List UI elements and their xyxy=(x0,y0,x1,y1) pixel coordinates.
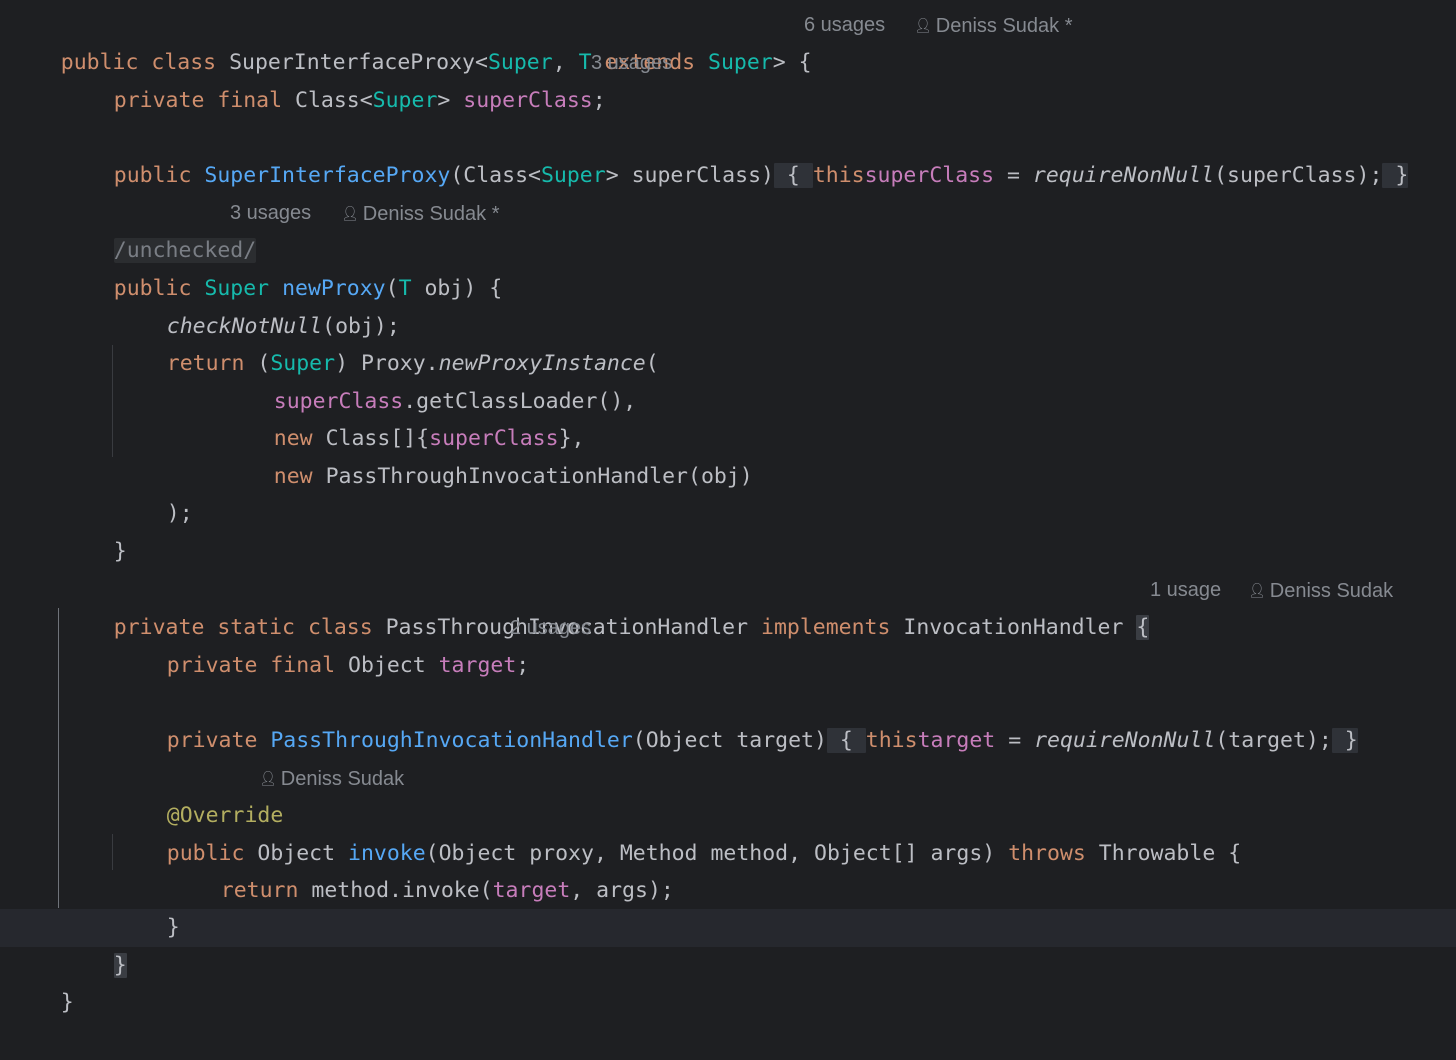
token: ; xyxy=(516,653,530,678)
code-line-10[interactable]: new PassThroughInvocationHandler(obj) xyxy=(222,420,753,489)
usages-hint[interactable]: 6 usages xyxy=(804,14,885,36)
token: T xyxy=(398,276,412,301)
matched-brace: { xyxy=(1136,615,1150,640)
token: InvocationHandler xyxy=(903,615,1137,640)
token: (superClass); xyxy=(1214,163,1383,188)
code-line-13[interactable]: private static class PassThroughInvocati… xyxy=(62,571,1150,640)
token: ( xyxy=(645,351,659,376)
inlay-hint-usages[interactable]: 6 usages xyxy=(804,6,885,44)
code-line-7[interactable]: return (Super) Proxy.newProxyInstance( xyxy=(115,307,659,376)
code-line-21[interactable]: } xyxy=(9,946,74,1015)
indent-guide xyxy=(112,834,113,870)
token: Object xyxy=(348,653,439,678)
code-line-3[interactable]: public SuperInterfaceProxy(Class<Super> … xyxy=(62,119,1409,188)
token: method.invoke( xyxy=(311,878,493,903)
inlay-hint-author[interactable]: 👤︎ Deniss Sudak xyxy=(259,759,404,797)
code-line-1[interactable]: public class SuperInterfaceProxy<Super, … xyxy=(9,6,812,75)
code-line-9[interactable]: new Class[]{superClass}, xyxy=(222,382,585,451)
token: this xyxy=(812,163,865,188)
person-icon: 👤︎ xyxy=(341,205,359,221)
token: this xyxy=(865,728,918,753)
token: } xyxy=(166,915,180,940)
token: target xyxy=(917,728,996,753)
token: (Object target) xyxy=(632,728,827,753)
token: new xyxy=(273,464,326,489)
inlay-hint-usages[interactable]: 3 usages xyxy=(591,44,672,82)
code-editor[interactable]: public class SuperInterfaceProxy<Super, … xyxy=(0,0,1456,1015)
token: (Class< xyxy=(450,163,541,188)
token: private final xyxy=(113,88,295,113)
inlay-hint-usages[interactable]: 1 usage xyxy=(1150,571,1221,609)
token: SuperInterfaceProxy xyxy=(204,163,451,188)
author-hint[interactable]: Deniss Sudak * xyxy=(363,203,500,225)
token: , args); xyxy=(570,878,674,903)
token: > superClass) xyxy=(605,163,774,188)
usages-hint[interactable]: 1 usage xyxy=(1150,579,1221,601)
folded-brace[interactable]: } xyxy=(1382,163,1409,188)
token: implements xyxy=(761,615,904,640)
folded-brace[interactable]: { xyxy=(826,728,866,753)
token: Super xyxy=(372,88,438,113)
matched-brace: } xyxy=(113,953,127,978)
token: Class< xyxy=(295,88,373,113)
inlay-hint-usages[interactable]: 2 usages xyxy=(510,609,591,647)
token: requireNonNull xyxy=(1032,163,1215,188)
token: ; xyxy=(592,88,606,113)
token: Super xyxy=(540,163,606,188)
indent-guide xyxy=(112,345,113,457)
token: target xyxy=(492,878,571,903)
code-line-18[interactable]: return method.invoke(target, args); xyxy=(169,834,674,903)
code-line-15[interactable]: private PassThroughInvocationHandler(Obj… xyxy=(115,684,1358,753)
folded-brace[interactable]: { xyxy=(773,163,813,188)
code-line-20[interactable]: } xyxy=(62,909,127,978)
token: = xyxy=(995,728,1035,753)
inlay-hint-author[interactable]: 👤︎ Deniss Sudak xyxy=(1248,571,1393,609)
token: requireNonNull xyxy=(1034,728,1216,753)
token: = xyxy=(994,163,1033,188)
author-hint[interactable]: Deniss Sudak * xyxy=(936,15,1073,37)
code-line-8[interactable]: superClass.getClassLoader(), xyxy=(222,345,636,414)
folded-brace[interactable]: } xyxy=(1331,728,1358,753)
code-line-6[interactable]: checkNotNull(obj); xyxy=(115,270,400,339)
token: public xyxy=(113,163,205,188)
code-line-19[interactable]: } xyxy=(115,871,180,940)
token: Super xyxy=(708,50,773,75)
code-line-17[interactable]: public Object invoke(Object proxy, Metho… xyxy=(115,797,1241,866)
inlay-hint-usages[interactable]: 3 usages xyxy=(230,194,311,232)
token: superClass xyxy=(864,163,995,188)
code-line-12[interactable]: } xyxy=(62,495,127,564)
token: } xyxy=(113,539,127,564)
author-hint[interactable]: Deniss Sudak xyxy=(1270,580,1393,602)
token: superClass xyxy=(463,88,593,113)
code-line-2[interactable]: private final Class<Super> superClass; xyxy=(62,44,606,113)
token: private final xyxy=(166,653,348,678)
inlay-hint-author[interactable]: 👤︎ Deniss Sudak * xyxy=(914,6,1073,44)
current-line-highlight xyxy=(0,909,1456,947)
indent-guide-active xyxy=(58,608,59,908)
token: Throwable { xyxy=(1098,841,1242,866)
token: PassThroughInvocationHandler(obj) xyxy=(325,464,753,489)
token: ); xyxy=(166,501,193,526)
usages-hint[interactable]: 2 usages xyxy=(510,617,591,639)
usages-hint[interactable]: 3 usages xyxy=(230,202,311,224)
person-icon: 👤︎ xyxy=(914,17,932,33)
token: private xyxy=(166,728,271,753)
author-hint[interactable]: Deniss Sudak xyxy=(281,768,404,790)
token: > xyxy=(437,88,464,113)
inlay-hint-author[interactable]: 👤︎ Deniss Sudak * xyxy=(341,194,500,232)
code-line-4[interactable]: /unchecked/ xyxy=(62,194,257,263)
token: obj) { xyxy=(411,276,503,301)
person-icon: 👤︎ xyxy=(1248,582,1266,598)
usages-hint[interactable]: 3 usages xyxy=(591,52,672,74)
token: return xyxy=(220,878,312,903)
token: throws xyxy=(1008,841,1099,866)
token: > { xyxy=(772,50,812,75)
token: (target); xyxy=(1215,728,1332,753)
token: target xyxy=(438,653,517,678)
code-line-14[interactable]: private final Object target; xyxy=(115,609,529,678)
token: PassThroughInvocationHandler xyxy=(270,728,633,753)
code-line-5[interactable]: public Super newProxy(T obj) { xyxy=(62,232,502,301)
person-icon: 👤︎ xyxy=(259,770,277,786)
code-line-11[interactable]: ); xyxy=(115,457,193,526)
